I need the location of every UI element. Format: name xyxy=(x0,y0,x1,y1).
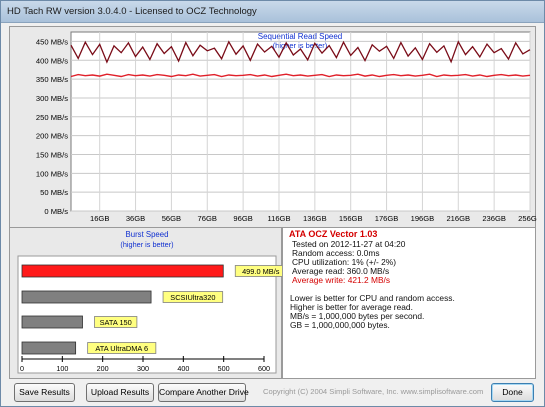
sequential-read-chart: Sequential Read Speed (higher is better)… xyxy=(36,31,537,223)
x-tick-label: 156GB xyxy=(339,214,363,223)
x-tick-label: 76GB xyxy=(198,214,217,223)
x-tick-label: 96GB xyxy=(233,214,252,223)
y-tick-label: 350 MB/s xyxy=(36,75,68,84)
y-tick-label: 300 MB/s xyxy=(36,94,68,103)
chart-title: Burst Speed xyxy=(126,230,169,239)
x-tick-label: 116GB xyxy=(267,214,290,223)
save-results-button[interactable]: Save Results xyxy=(14,383,75,402)
upload-results-button[interactable]: Upload Results xyxy=(86,383,154,402)
window-title: HD Tach RW version 3.0.4.0 - Licensed to… xyxy=(7,6,257,17)
x-tick-label: 100 xyxy=(56,364,68,373)
x-tick-label: 200 xyxy=(97,364,109,373)
average-write: Average write: 421.2 MB/s xyxy=(292,275,391,285)
sequential-read-panel: Sequential Read Speed (higher is better)… xyxy=(9,26,537,228)
y-tick-label: 50 MB/s xyxy=(40,188,68,197)
x-tick-label: 500 xyxy=(218,364,230,373)
x-tick-label: 56GB xyxy=(162,214,181,223)
chart-subtitle: (higher is better) xyxy=(120,240,173,249)
x-axis-ticks: 16GB 36GB 56GB 76GB 96GB 116GB 136GB 156GB 176GB… xyxy=(90,214,537,223)
drive-name: ATA OCZ Vector 1.03 xyxy=(289,229,378,239)
y-axis-ticks: 0 MB/s 50 MB/s 100 MB/s 150 MB/s 200 MB/s 250… xyxy=(36,37,68,216)
burst-speed-chart: Burst Speed (higher is better) 0 100 200 30… xyxy=(17,230,283,374)
burst-bar xyxy=(21,341,77,355)
burst-label: SATA 150 xyxy=(100,318,132,327)
x-tick-label: 600 xyxy=(258,364,270,373)
burst-bar xyxy=(21,264,224,278)
x-tick-label: 176GB xyxy=(375,214,399,223)
x-tick-label: 36GB xyxy=(126,214,145,223)
compare-another-drive-button[interactable]: Compare Another Drive xyxy=(158,383,249,402)
y-tick-label: 400 MB/s xyxy=(36,56,68,65)
copyright-text: Copyright (C) 2004 Simpli Software, Inc.… xyxy=(263,387,484,396)
x-tick-label: 300 xyxy=(137,364,149,373)
y-tick-label: 200 MB/s xyxy=(36,132,68,141)
burst-speed-panel: Burst Speed (higher is better) 0 100 200 30… xyxy=(9,227,283,379)
done-button[interactable]: Done xyxy=(491,383,534,402)
x-tick-label: 256GB xyxy=(518,214,537,223)
results-info-panel: ATA OCZ Vector 1.03 Tested on 2012-11-27… xyxy=(282,227,536,379)
chart-title: Sequential Read Speed xyxy=(258,32,343,41)
burst-label: ATA UltraDMA 6 xyxy=(95,344,148,353)
title-bar[interactable]: HD Tach RW version 3.0.4.0 - Licensed to… xyxy=(1,1,544,23)
x-tick-label: 16GB xyxy=(90,214,109,223)
note-gb: GB = 1,000,000,000 bytes. xyxy=(290,320,390,330)
burst-label: SCSIUltra320 xyxy=(170,293,215,302)
x-tick-label: 216GB xyxy=(446,214,470,223)
x-tick-label: 236GB xyxy=(482,214,506,223)
y-tick-label: 150 MB/s xyxy=(36,150,68,159)
y-tick-label: 250 MB/s xyxy=(36,113,68,122)
x-tick-label: 0 xyxy=(20,364,24,373)
client-area: Sequential Read Speed (higher is better)… xyxy=(4,25,541,404)
app-window: HD Tach RW version 3.0.4.0 - Licensed to… xyxy=(0,0,545,407)
burst-bar xyxy=(21,290,152,304)
burst-label: 499.0 MB/s xyxy=(242,267,280,276)
y-tick-label: 100 MB/s xyxy=(36,169,68,178)
plot-area xyxy=(70,31,531,212)
y-tick-label: 0 MB/s xyxy=(44,207,68,216)
y-tick-label: 450 MB/s xyxy=(36,37,68,46)
x-tick-label: 196GB xyxy=(411,214,435,223)
burst-bar xyxy=(21,315,83,329)
x-tick-label: 136GB xyxy=(303,214,327,223)
x-tick-label: 400 xyxy=(177,364,189,373)
